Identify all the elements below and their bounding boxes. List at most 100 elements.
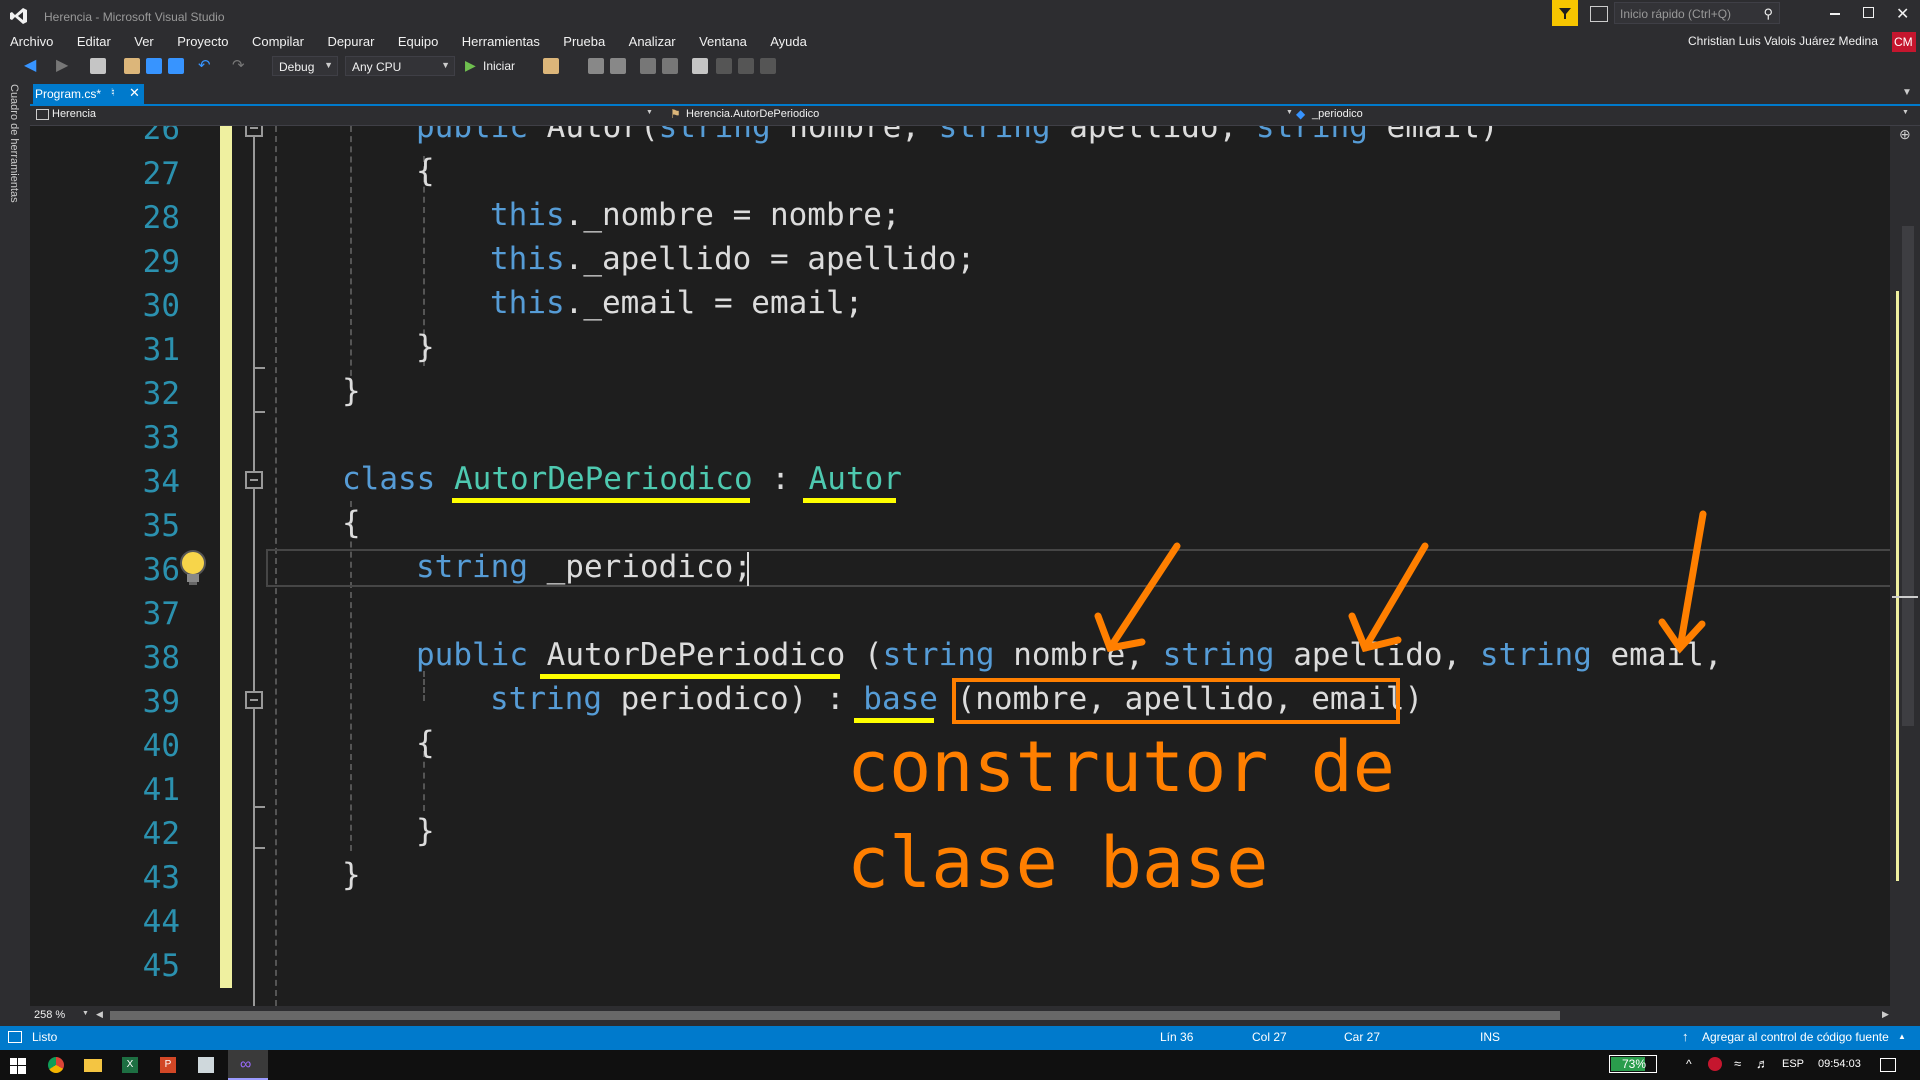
volume-icon[interactable]: ♬ [1756, 1056, 1769, 1071]
windows-start-icon[interactable] [10, 1058, 26, 1074]
toolbar: ◀ ▶ ↶ ↷ Debug ▼ Any CPU ▼ ▶ Iniciar [0, 52, 1920, 84]
code-line-26: public Autor(string nombre, string apell… [416, 126, 1499, 145]
user-name[interactable]: Christian Luis Valois Juárez Medina [1688, 34, 1878, 48]
code-editor[interactable]: 26 27 28 29 30 31 32 33 34 35 36 37 38 3… [30, 126, 1890, 1006]
menu-ver[interactable]: Ver [134, 34, 154, 49]
configuration-value: Debug [279, 60, 315, 74]
uncomment-icon[interactable] [662, 58, 678, 74]
platform-dropdown[interactable]: Any CPU ▼ [345, 56, 455, 76]
chevron-up-icon[interactable]: ^ [1686, 1057, 1692, 1071]
chrome-icon[interactable] [48, 1057, 64, 1073]
collapse-toggle-icon[interactable] [245, 126, 263, 137]
chevron-up-icon[interactable]: ▲ [1898, 1032, 1906, 1041]
chevron-down-icon: ▼ [646, 109, 653, 116]
powerpoint-icon[interactable]: P [160, 1057, 176, 1073]
battery-indicator[interactable]: 73% [1609, 1055, 1657, 1073]
menu-list: Archivo Editar Ver Proyecto Compilar Dep… [10, 33, 826, 51]
menu-equipo[interactable]: Equipo [398, 34, 438, 49]
menu-herramientas[interactable]: Herramientas [462, 34, 540, 49]
scroll-left-icon[interactable]: ◀ [96, 1009, 103, 1020]
menu-ventana[interactable]: Ventana [699, 34, 747, 49]
tab-overflow-icon[interactable]: ▼ [1902, 87, 1912, 98]
menu-editar[interactable]: Editar [77, 34, 111, 49]
highlight-underline [452, 498, 750, 503]
tab-program-cs[interactable]: Program.cs* ♮ ✕ [33, 84, 144, 104]
scroll-right-icon[interactable]: ▶ [1882, 1009, 1889, 1020]
navigation-bar: Herencia ▼ ⚑ Herencia.AutorDePeriodico ▼… [30, 106, 1920, 126]
lightbulb-icon[interactable] [176, 548, 210, 588]
code-line-30: this._email = email; [490, 285, 863, 321]
language-indicator[interactable]: ESP [1782, 1058, 1804, 1070]
new-project-icon[interactable] [90, 58, 106, 74]
chevron-down-icon[interactable]: ▼ [82, 1010, 89, 1017]
open-file-icon[interactable] [124, 58, 140, 74]
restore-button[interactable] [1863, 7, 1874, 18]
menu-prueba[interactable]: Prueba [563, 34, 605, 49]
tab-label: Program.cs* [35, 87, 102, 101]
start-button[interactable]: ▶ Iniciar [463, 56, 533, 76]
clear-bookmarks-icon[interactable] [760, 58, 776, 74]
bookmark-icon[interactable] [692, 58, 708, 74]
menu-proyecto[interactable]: Proyecto [177, 34, 228, 49]
keyword: string [490, 681, 602, 717]
save-all-icon[interactable] [168, 58, 184, 74]
next-bookmark-icon[interactable] [738, 58, 754, 74]
user-avatar[interactable]: CM [1892, 32, 1916, 52]
member-dropdown[interactable]: ◆ _periodico ▼ [1290, 106, 1920, 124]
pin-icon[interactable]: ♮ [111, 86, 115, 99]
split-view-icon[interactable]: ⊕ [1899, 126, 1911, 143]
feedback-icon[interactable] [1590, 6, 1608, 22]
toolbox-label[interactable]: Cuadro de herramientas [8, 84, 20, 203]
notifications-flag-icon[interactable] [1552, 0, 1578, 26]
menu-ayuda[interactable]: Ayuda [770, 34, 807, 49]
undo-icon[interactable]: ↶ [198, 56, 211, 74]
step-over-icon[interactable] [610, 58, 626, 74]
code-token: : [752, 461, 809, 497]
menu-analizar[interactable]: Analizar [629, 34, 676, 49]
prev-bookmark-icon[interactable] [716, 58, 732, 74]
menu-depurar[interactable]: Depurar [327, 34, 374, 49]
search-icon[interactable]: ⚲ [1763, 6, 1773, 22]
project-name: Herencia [52, 108, 97, 120]
zoom-level[interactable]: 258 % [34, 1009, 65, 1021]
close-tab-icon[interactable]: ✕ [129, 85, 140, 101]
comment-icon[interactable] [640, 58, 656, 74]
visual-studio-taskbar-item[interactable]: ∞ [228, 1050, 268, 1080]
vertical-scrollbar[interactable]: ⊕ [1890, 126, 1920, 1006]
collapse-toggle-icon[interactable] [245, 471, 263, 489]
minimize-button[interactable] [1830, 13, 1840, 15]
code-line-40: { [416, 725, 435, 761]
horizontal-scrollbar[interactable]: 258 % ▼ ◀ ▶ [30, 1006, 1920, 1026]
browser-link-icon[interactable] [543, 58, 559, 74]
action-center-icon[interactable] [1880, 1058, 1896, 1072]
scroll-thumb[interactable] [1902, 226, 1914, 726]
menu-archivo[interactable]: Archivo [10, 34, 53, 49]
notes-app-icon[interactable] [198, 1057, 214, 1073]
collapse-toggle-icon[interactable] [245, 691, 263, 709]
keyword: public [416, 637, 528, 673]
type-name: Herencia.AutorDePeriodico [686, 108, 820, 120]
quick-launch-box[interactable]: Inicio rápido (Ctrl+Q) ⚲ [1614, 2, 1780, 24]
horizontal-scroll-thumb[interactable] [110, 1011, 1560, 1020]
output-icon [8, 1031, 22, 1043]
line-number: 35 [142, 508, 180, 544]
menu-compilar[interactable]: Compilar [252, 34, 304, 49]
type-dropdown[interactable]: ⚑ Herencia.AutorDePeriodico ▼ [664, 106, 1304, 124]
project-dropdown[interactable]: Herencia ▼ [30, 106, 660, 124]
network-icon[interactable]: ≈ [1734, 1056, 1741, 1071]
line-number: 42 [142, 816, 180, 852]
forward-icon[interactable]: ▶ [56, 55, 68, 75]
chrome-tray-icon[interactable] [1708, 1057, 1722, 1071]
toolbox-panel[interactable]: Cuadro de herramientas [0, 84, 30, 1026]
clock[interactable]: 09:54:03 [1818, 1058, 1861, 1070]
step-into-icon[interactable] [588, 58, 604, 74]
back-icon[interactable]: ◀ [24, 55, 36, 75]
save-icon[interactable] [146, 58, 162, 74]
source-control-button[interactable]: Agregar al control de código fuente [1702, 1030, 1889, 1044]
redo-icon[interactable]: ↷ [232, 56, 245, 74]
close-window-button[interactable]: ✕ [1896, 4, 1909, 24]
file-explorer-icon[interactable] [84, 1059, 102, 1072]
quick-launch-input[interactable]: Inicio rápido (Ctrl+Q) [1620, 7, 1731, 21]
configuration-dropdown[interactable]: Debug ▼ [272, 56, 338, 76]
excel-icon[interactable]: X [122, 1057, 138, 1073]
